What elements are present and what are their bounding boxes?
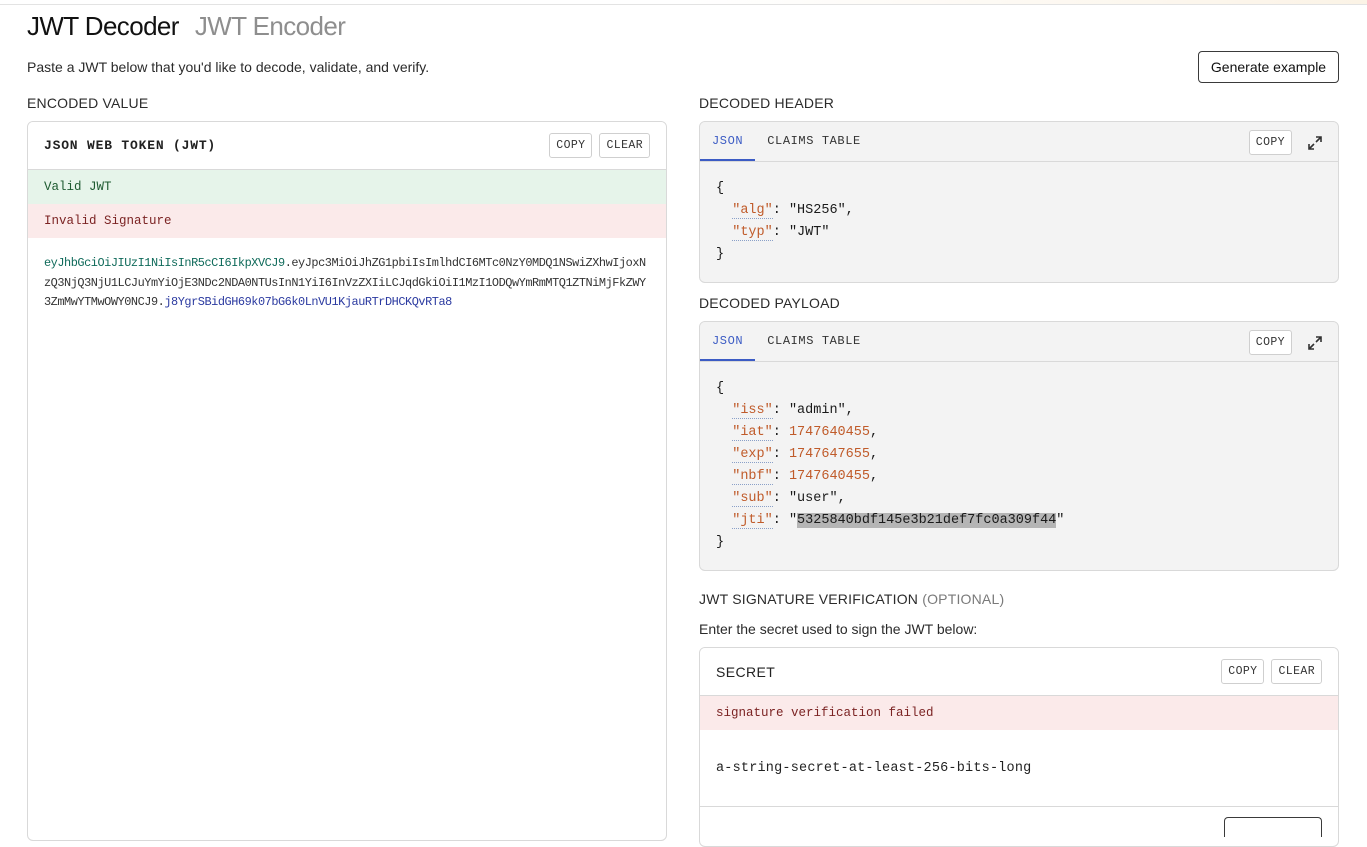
decoded-header-json: { "alg": "HS256", "typ": "JWT" } [700, 162, 1338, 282]
decoded-header-tabs: JSON CLAIMS TABLE COPY [700, 122, 1338, 162]
json-open-brace: { [716, 181, 725, 196]
json-line: "typ": "JWT" [732, 225, 830, 241]
mode-tabs: JWT Decoder JWT Encoder [27, 10, 346, 42]
decoded-payload-tabs: JSON CLAIMS TABLE COPY [700, 322, 1338, 362]
expand-icon[interactable] [1306, 334, 1324, 352]
json-line: "nbf": 1747640455, [732, 469, 879, 485]
copy-header-button[interactable]: COPY [1248, 130, 1292, 155]
decoded-payload-json: { "iss": "admin", "iat": 1747640455, "ex… [700, 362, 1338, 570]
encoded-panel-title: JSON WEB TOKEN (JWT) [44, 138, 217, 153]
json-value: user [797, 491, 830, 506]
clear-secret-button[interactable]: CLEAR [1271, 659, 1322, 684]
clear-jwt-button[interactable]: CLEAR [599, 133, 650, 158]
decoded-payload-label: DECODED PAYLOAD [699, 295, 840, 311]
json-key: exp [740, 447, 765, 462]
json-line: "exp": 1747647655, [732, 447, 879, 463]
decoded-payload-panel: JSON CLAIMS TABLE COPY { "iss": "admin",… [699, 321, 1339, 571]
generate-example-button[interactable]: Generate example [1198, 51, 1339, 83]
decoded-payload-buttons: COPY [1248, 330, 1324, 355]
valid-jwt-message: Valid JWT [28, 170, 666, 204]
json-value-highlighted: 5325840bdf145e3b21def7fc0a309f44 [797, 513, 1057, 528]
decoded-header-label: DECODED HEADER [699, 95, 835, 111]
json-line: "iss": "admin", [732, 403, 854, 419]
tab-payload-json[interactable]: JSON [700, 322, 756, 361]
json-key: sub [740, 491, 765, 506]
json-key: jti [740, 513, 765, 528]
secret-input[interactable]: a-string-secret-at-least-256-bits-long [700, 730, 1338, 806]
copy-jwt-button[interactable]: COPY [549, 133, 593, 158]
signature-verification-title: JWT SIGNATURE VERIFICATION [699, 591, 919, 607]
secret-panel-header: SECRET COPY CLEAR [700, 648, 1338, 696]
json-line: "iat": 1747640455, [732, 425, 879, 441]
signature-verification-label: JWT SIGNATURE VERIFICATION (OPTIONAL) [699, 591, 1004, 607]
json-key: iss [740, 403, 765, 418]
token-signature-part: j8YgrSBidGH69k07bG6k0LnVU1KjauRTrDHCKQvR… [164, 295, 452, 309]
json-value: 1747640455 [788, 425, 870, 440]
json-key: alg [740, 203, 765, 218]
tab-jwt-decoder[interactable]: JWT Decoder [27, 10, 179, 42]
secret-panel: SECRET COPY CLEAR signature verification… [699, 647, 1339, 847]
encoded-panel-header: JSON WEB TOKEN (JWT) COPY CLEAR [28, 122, 666, 170]
json-value: JWT [797, 225, 822, 240]
json-value: 1747640455 [788, 469, 870, 484]
json-value: 1747647655 [788, 447, 870, 462]
encoded-panel: JSON WEB TOKEN (JWT) COPY CLEAR Valid JW… [27, 121, 667, 841]
decoded-header-panel: JSON CLAIMS TABLE COPY { "alg": "HS256",… [699, 121, 1339, 283]
json-close-brace: } [716, 247, 725, 262]
tab-header-claims-table[interactable]: CLAIMS TABLE [755, 122, 873, 161]
json-line: "alg": "HS256", [732, 203, 854, 219]
secret-panel-title: SECRET [716, 663, 776, 680]
encoded-value-label: ENCODED VALUE [27, 95, 149, 111]
signature-failed-message: signature verification failed [700, 696, 1338, 730]
decoded-header-buttons: COPY [1248, 130, 1324, 155]
json-key: iat [740, 425, 765, 440]
json-line: "sub": "user", [732, 491, 846, 507]
intro-text: Paste a JWT below that you'd like to dec… [27, 59, 430, 75]
secret-buttons: COPY CLEAR [1221, 659, 1322, 684]
jwt-token-input[interactable]: eyJhbGciOiJIUzI1NiIsInR5cCI6IkpXVCJ9.eyJ… [28, 238, 666, 329]
top-border [0, 0, 1367, 5]
json-value: HS256 [797, 203, 838, 218]
signature-description: Enter the secret used to sign the JWT be… [699, 621, 978, 637]
copy-payload-button[interactable]: COPY [1248, 330, 1292, 355]
json-open-brace: { [716, 381, 725, 396]
tab-jwt-encoder[interactable]: JWT Encoder [195, 10, 346, 42]
json-line: "jti": "5325840bdf145e3b21def7fc0a309f44… [732, 513, 1065, 529]
secret-panel-footer [700, 806, 1338, 837]
json-value: admin [797, 403, 838, 418]
tab-payload-claims-table[interactable]: CLAIMS TABLE [755, 322, 873, 361]
copy-secret-button[interactable]: COPY [1221, 659, 1265, 684]
json-close-brace: } [716, 535, 725, 550]
token-header-part: eyJhbGciOiJIUzI1NiIsInR5cCI6IkpXVCJ9 [44, 256, 285, 270]
encoded-buttons: COPY CLEAR [549, 133, 650, 158]
encoding-format-button[interactable] [1224, 817, 1322, 837]
tab-header-json[interactable]: JSON [700, 122, 756, 161]
optional-label: (OPTIONAL) [922, 591, 1005, 607]
expand-icon[interactable] [1306, 134, 1324, 152]
invalid-signature-message: Invalid Signature [28, 204, 666, 238]
json-key: typ [740, 225, 765, 240]
json-key: nbf [740, 469, 765, 484]
